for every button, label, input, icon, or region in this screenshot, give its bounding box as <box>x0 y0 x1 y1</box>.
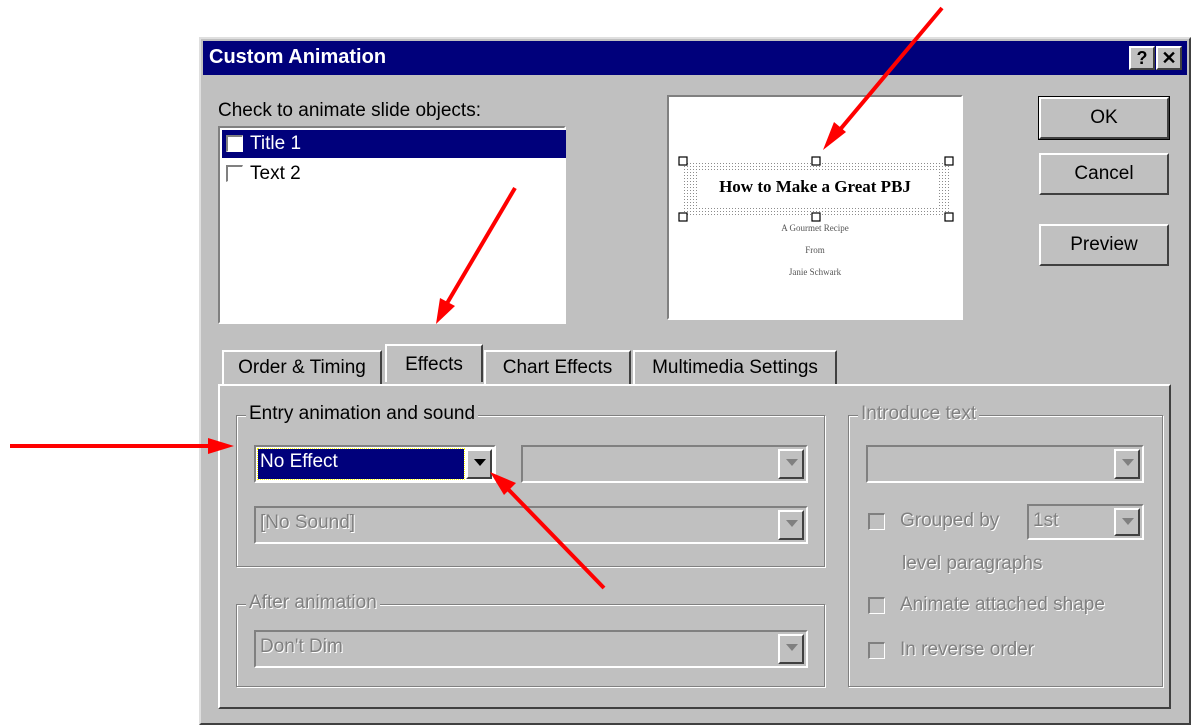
slide-title-text: How to Make a Great PBJ <box>719 177 911 196</box>
direction-dropdown-arrow <box>778 449 804 479</box>
title-bar: Custom Animation ? ✕ <box>203 41 1187 75</box>
animate-attached-shape-checkbox <box>868 597 885 614</box>
ok-button[interactable]: OK <box>1038 96 1170 140</box>
reverse-order-checkbox <box>868 642 885 659</box>
effect-value: No Effect <box>260 451 338 472</box>
grouped-by-checkbox <box>868 513 885 530</box>
slide-subtitle-line-3: Janie Schwark <box>788 267 842 277</box>
objects-label: Check to animate slide objects: <box>218 100 481 121</box>
slide-objects-list[interactable]: Title 1 Text 2 <box>218 126 566 324</box>
introduce-text-dropdown <box>866 445 1144 483</box>
close-button[interactable]: ✕ <box>1156 46 1182 70</box>
list-item-label: Title 1 <box>250 133 302 154</box>
slide-preview: How to Make a Great PBJ A Gourmet Recipe… <box>667 95 963 320</box>
entry-animation-label: Entry animation and sound <box>246 403 479 425</box>
slide-subtitle-line-1: A Gourmet Recipe <box>781 223 849 233</box>
cancel-button[interactable]: Cancel <box>1039 153 1169 195</box>
sound-value: [No Sound] <box>260 512 356 533</box>
after-animation-dropdown: Don't Dim <box>254 630 808 668</box>
preview-button[interactable]: Preview <box>1039 224 1169 266</box>
tab-order-timing[interactable]: Order & Timing <box>222 350 382 386</box>
list-item-title-1[interactable]: Title 1 <box>222 130 566 158</box>
level-paragraphs-label: level paragraphs <box>902 553 1043 574</box>
introduce-text-dropdown-arrow <box>1114 449 1140 479</box>
dialog-title: Custom Animation <box>209 46 387 68</box>
reverse-order-label: In reverse order <box>900 639 1035 660</box>
list-item-text-2[interactable]: Text 2 <box>222 160 566 188</box>
help-button[interactable]: ? <box>1129 46 1155 70</box>
grouped-by-level-value: 1st <box>1033 510 1059 531</box>
effect-dropdown-arrow[interactable] <box>466 449 492 479</box>
after-animation-value: Don't Dim <box>260 636 343 657</box>
slide-subtitle-line-2: From <box>805 245 825 255</box>
tab-chart-effects[interactable]: Chart Effects <box>484 350 631 386</box>
after-animation-label: After animation <box>246 592 380 614</box>
after-animation-dropdown-arrow <box>778 634 804 664</box>
grouped-by-level-arrow <box>1114 508 1140 536</box>
introduce-text-label: Introduce text <box>858 403 980 425</box>
effect-dropdown[interactable]: No Effect <box>254 445 496 483</box>
direction-dropdown <box>521 445 808 483</box>
slide-thumbnail <box>678 156 954 222</box>
animate-attached-shape-label: Animate attached shape <box>900 594 1105 615</box>
grouped-by-level-dropdown: 1st <box>1027 504 1144 540</box>
list-item-label: Text 2 <box>250 163 301 184</box>
sound-dropdown-arrow <box>778 510 804 540</box>
text-2-checkbox[interactable] <box>226 165 243 182</box>
tab-multimedia-settings[interactable]: Multimedia Settings <box>633 350 837 386</box>
entry-animation-group <box>236 415 825 567</box>
grouped-by-label: Grouped by <box>900 510 1000 531</box>
tab-effects[interactable]: Effects <box>385 344 483 382</box>
sound-dropdown: [No Sound] <box>254 506 808 544</box>
title-1-checkbox[interactable] <box>226 135 243 152</box>
